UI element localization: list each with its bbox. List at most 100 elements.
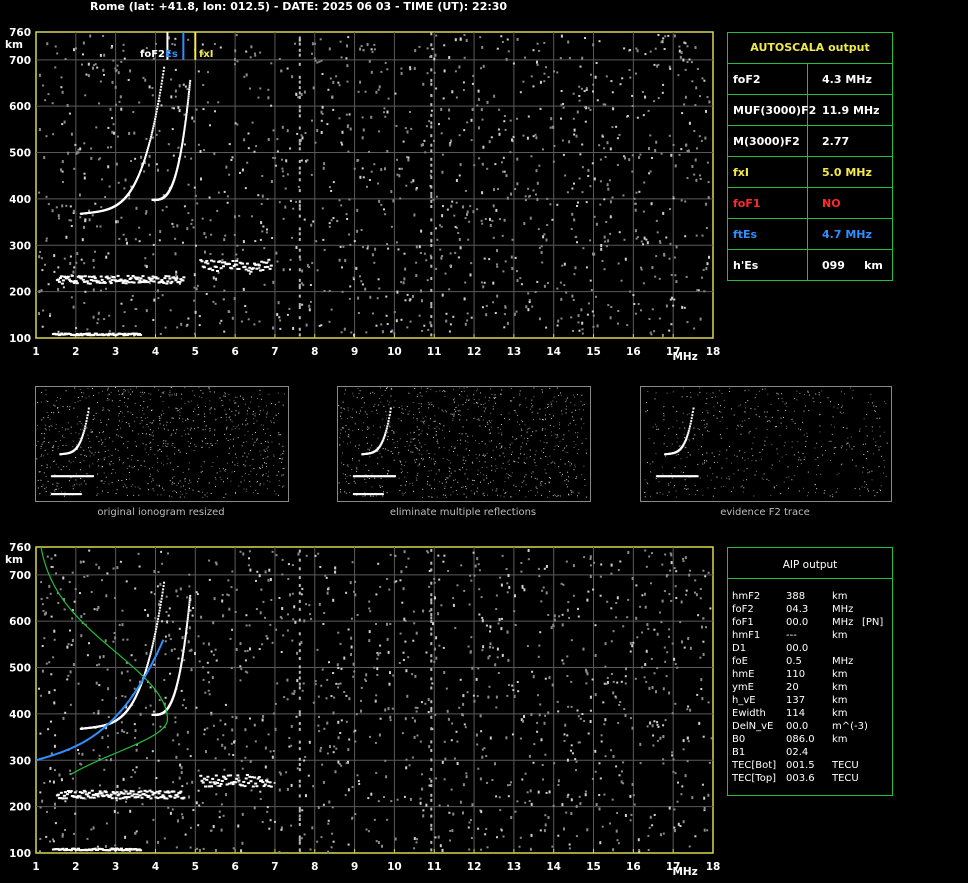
thumb-noise bbox=[535, 486, 537, 488]
noise-dot bbox=[415, 245, 418, 249]
noise-line bbox=[430, 169, 433, 173]
echo-es-trace bbox=[116, 274, 120, 277]
noise-dot bbox=[247, 318, 250, 321]
noise-dot bbox=[99, 289, 102, 292]
thumb-noise bbox=[209, 407, 211, 409]
thumb-noise bbox=[159, 448, 161, 450]
noise-dot bbox=[196, 593, 199, 596]
thumb-noise bbox=[150, 434, 152, 436]
noise-dot bbox=[164, 326, 167, 329]
noise-dot bbox=[216, 209, 219, 212]
noise-dot bbox=[306, 159, 309, 162]
thumb-noise bbox=[141, 420, 143, 422]
noise-dot bbox=[431, 48, 434, 51]
echo-f2-o-trace bbox=[154, 118, 157, 121]
noise-dot bbox=[661, 91, 664, 94]
noise-dot bbox=[585, 87, 588, 90]
thumbnail-original bbox=[35, 386, 289, 502]
thumb-noise bbox=[533, 387, 535, 389]
thumb-noise bbox=[126, 479, 127, 480]
thumb-noise bbox=[782, 401, 784, 403]
noise-dot bbox=[557, 319, 560, 323]
thumb-noise bbox=[441, 409, 443, 411]
noise-dot bbox=[610, 80, 613, 83]
thumb-noise bbox=[694, 485, 696, 487]
thumb-noise bbox=[205, 425, 207, 427]
noise-dot bbox=[479, 36, 482, 39]
thumb-noise bbox=[644, 496, 646, 498]
noise-dot bbox=[492, 281, 495, 285]
thumb-noise bbox=[417, 394, 419, 396]
thumb-noise bbox=[124, 401, 125, 403]
thumb-noise bbox=[697, 394, 699, 396]
thumb-noise bbox=[713, 406, 715, 408]
noise-dot bbox=[57, 330, 60, 333]
thumb-noise bbox=[205, 443, 207, 445]
thumb-noise bbox=[528, 490, 530, 492]
thumb-noise bbox=[766, 478, 768, 480]
thumb-noise bbox=[253, 468, 255, 470]
thumb-noise bbox=[457, 481, 459, 483]
thumb-noise bbox=[434, 420, 436, 422]
thumb-noise bbox=[368, 427, 370, 429]
noise-dot bbox=[644, 53, 647, 56]
thumb-noise bbox=[117, 425, 119, 426]
thumb-noise bbox=[724, 407, 726, 408]
thumb-noise bbox=[583, 403, 585, 405]
noise-dot bbox=[388, 682, 391, 686]
thumb-noise bbox=[226, 419, 228, 421]
noise-dot bbox=[281, 170, 284, 173]
noise-dot bbox=[484, 218, 487, 220]
noise-dot bbox=[679, 55, 682, 59]
thumb-noise bbox=[784, 441, 786, 443]
thumb-noise bbox=[347, 436, 349, 438]
noise-dot bbox=[657, 97, 660, 100]
noise-dot bbox=[504, 128, 507, 131]
thumb-noise bbox=[102, 407, 104, 409]
noise-dot bbox=[198, 315, 201, 318]
thumb-noise bbox=[378, 450, 380, 452]
thumb-noise bbox=[575, 424, 577, 426]
thumb-noise bbox=[781, 393, 783, 395]
thumb-noise bbox=[466, 387, 468, 388]
thumb-noise bbox=[840, 447, 842, 449]
thumb-noise bbox=[491, 426, 493, 428]
x-tick-label: 8 bbox=[311, 346, 318, 358]
noise-dot bbox=[81, 238, 84, 242]
thumb-noise bbox=[420, 387, 422, 389]
thumb-noise bbox=[127, 398, 129, 400]
noise-dot bbox=[194, 310, 197, 314]
echo-f2-x-trace bbox=[188, 91, 190, 93]
thumb-noise bbox=[832, 496, 834, 498]
thumb-noise bbox=[791, 441, 793, 443]
thumb-noise bbox=[341, 462, 342, 464]
noise-dot bbox=[103, 318, 106, 320]
thumb-noise bbox=[139, 488, 141, 490]
noise-dot bbox=[654, 47, 657, 50]
thumb-noise bbox=[521, 419, 523, 421]
thumb-noise bbox=[565, 451, 567, 453]
thumb-noise bbox=[483, 479, 485, 481]
noise-dot bbox=[623, 47, 626, 50]
thumb-noise bbox=[487, 494, 488, 496]
noise-dot bbox=[68, 112, 71, 115]
thumb-noise bbox=[547, 404, 549, 406]
thumb-noise bbox=[540, 457, 542, 459]
thumb-noise bbox=[39, 493, 41, 495]
thumb-noise bbox=[808, 491, 809, 493]
thumb-noise bbox=[684, 437, 686, 439]
thumb-noise bbox=[150, 441, 152, 443]
thumb-noise bbox=[223, 395, 225, 397]
thumb-trace bbox=[385, 429, 388, 432]
thumb-noise bbox=[766, 436, 768, 438]
noise-dot bbox=[413, 67, 416, 70]
noise-dot bbox=[179, 763, 182, 767]
thumb-noise bbox=[70, 426, 72, 428]
thumb-noise bbox=[646, 409, 648, 411]
noise-dot bbox=[272, 750, 275, 752]
thumb-noise bbox=[41, 465, 43, 467]
noise-dot bbox=[450, 204, 453, 208]
thumb-noise bbox=[468, 454, 470, 456]
x-tick-label: 14 bbox=[546, 346, 561, 358]
thumb-noise bbox=[245, 418, 247, 420]
